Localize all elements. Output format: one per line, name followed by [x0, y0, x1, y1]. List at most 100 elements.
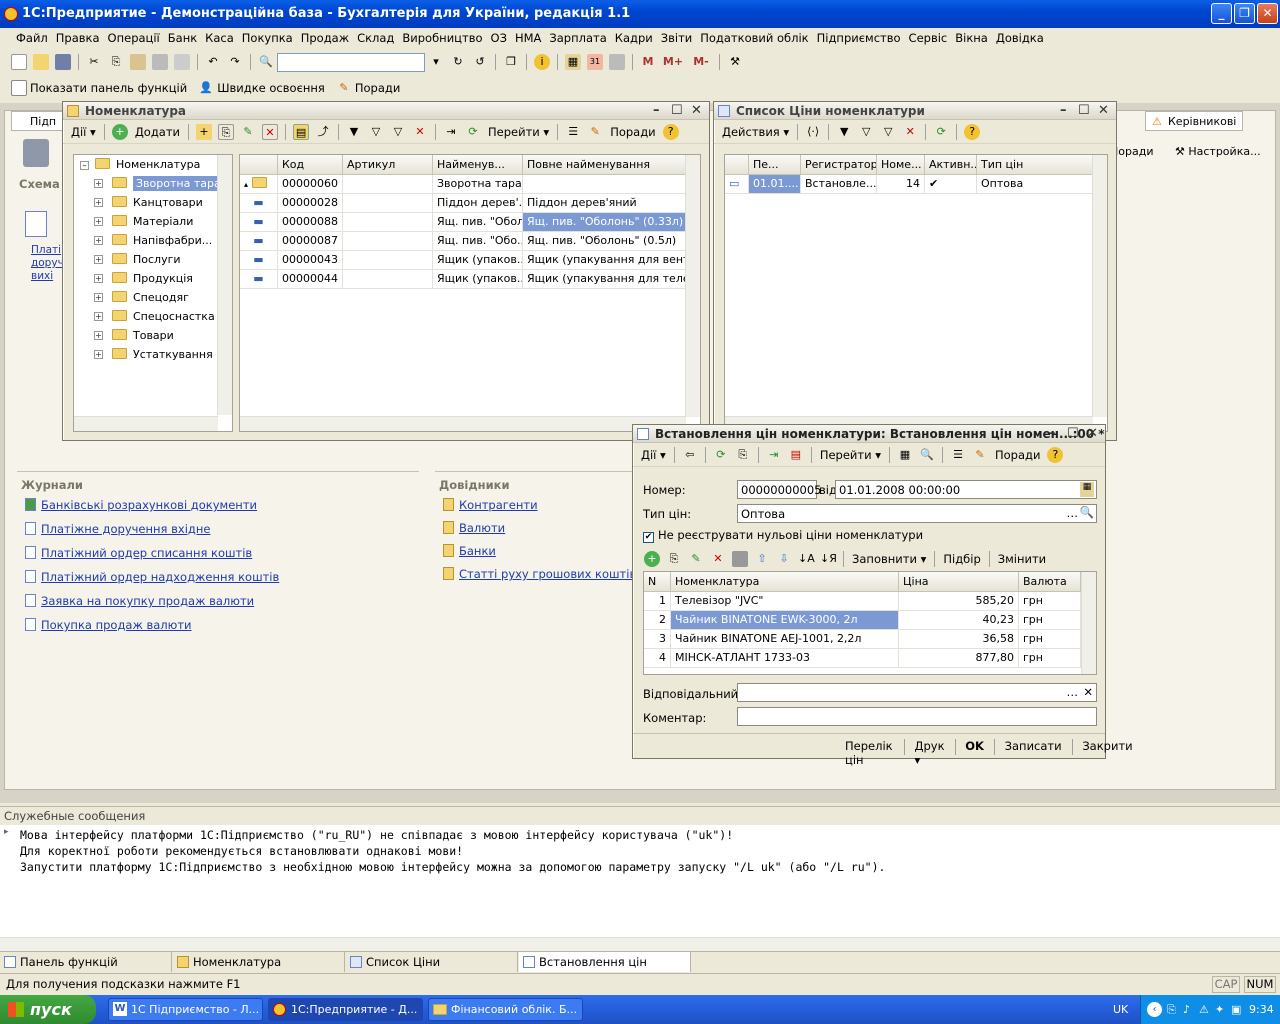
reread-icon[interactable]: ⟳ [713, 447, 729, 463]
menu-item-3[interactable]: Банк [168, 31, 197, 45]
expand-icon[interactable]: + [94, 236, 103, 245]
open-folder-icon[interactable] [33, 54, 49, 70]
report-icon[interactable]: 🔍 [919, 447, 935, 463]
journal-link[interactable]: Платіжний ордер надходження коштів [25, 570, 419, 594]
refresh-icon[interactable]: ⟳ [465, 124, 481, 140]
col-number[interactable]: Номе... [877, 155, 925, 174]
col-article[interactable]: Артикул [343, 155, 433, 174]
maximize-icon[interactable]: ☐ [1078, 102, 1090, 120]
folder-tree[interactable]: – Номенклатура + Зворотна тара + Канцтовари +… [73, 154, 233, 432]
copy-icon[interactable]: ⎘ [218, 123, 235, 140]
preview-icon[interactable] [174, 54, 190, 70]
filter-value-icon[interactable]: ▽ [368, 124, 384, 140]
help-icon[interactable]: ? [964, 123, 981, 140]
network-icon[interactable]: ⎘ [1167, 995, 1176, 1024]
tree-hscroll[interactable] [74, 416, 218, 431]
language-indicator[interactable]: UK [1113, 995, 1128, 1024]
table-scrollbar[interactable] [1081, 572, 1096, 674]
select-icon[interactable]: … [1067, 685, 1079, 699]
prices-scrollbar[interactable] [1092, 155, 1107, 417]
menu-item-14[interactable]: Податковий облік [700, 31, 808, 45]
post-icon[interactable]: ⇦ [682, 447, 698, 463]
find-prev-icon[interactable]: ↺ [472, 54, 488, 70]
expand-icon[interactable]: + [94, 179, 103, 188]
list-hscroll[interactable] [240, 416, 686, 431]
add-folder-icon[interactable]: + [196, 123, 213, 140]
print-icon[interactable] [152, 54, 168, 70]
maximize-icon[interactable]: ☐ [1067, 425, 1079, 443]
wintab-price-setting[interactable]: Встановлення цін номе...:00 * [519, 952, 691, 989]
structure-icon[interactable]: ▤ [788, 447, 804, 463]
tray-expand-icon[interactable]: ‹ [1147, 1002, 1162, 1017]
memory-m-icon[interactable]: M [640, 54, 656, 70]
volume-icon[interactable]: ♪ [1183, 995, 1190, 1024]
new-doc-icon[interactable] [11, 54, 27, 70]
filter-icon[interactable]: ▼ [346, 124, 362, 140]
tree-item[interactable]: + Товари [88, 326, 232, 345]
number-field[interactable]: 00000000005 [737, 480, 821, 499]
tree-item[interactable]: + Матеріали [88, 212, 232, 231]
edit-row-icon[interactable]: ✎ [688, 551, 704, 567]
table-row[interactable]: ▬ 00000043 Ящик (упаков... Ящик (упакування… [240, 251, 700, 270]
wintab-nomenclature[interactable]: Номенклатура [173, 952, 345, 972]
delete-row-icon[interactable]: ✕ [710, 551, 726, 567]
maximize-icon[interactable]: ☐ [671, 102, 683, 120]
comment-field[interactable] [737, 707, 1097, 726]
wintab-price-list[interactable]: Список Ціни номенклатури [346, 952, 518, 989]
col-active[interactable]: Активн... [925, 155, 977, 174]
fill-menu[interactable]: Заповнити ▾ [852, 552, 926, 566]
menu-item-12[interactable]: Кадри [615, 31, 653, 45]
goto-menu[interactable]: Перейти ▾ [820, 448, 881, 462]
start-button[interactable]: пуск [0, 995, 96, 1024]
table-row[interactable]: ▬ 00000087 Ящ. пив. "Обо... Ящ. пив. "Оболо… [240, 232, 700, 251]
tree-item[interactable]: + Устаткування [88, 345, 232, 364]
menu-item-1[interactable]: Правка [56, 31, 100, 45]
actions-menu[interactable]: Дії ▾ [641, 448, 666, 462]
code-icon[interactable]: ⟨·⟩ [805, 124, 821, 140]
minimize-button[interactable]: _ [1211, 3, 1232, 24]
filter-value-icon[interactable]: ▽ [858, 124, 874, 140]
menu-item-2[interactable]: Операції [108, 31, 160, 45]
hierarchy-icon[interactable]: ▤ [293, 123, 310, 140]
tree-item[interactable]: + Напівфабри... [88, 231, 232, 250]
close-icon[interactable]: ✕ [691, 102, 702, 120]
col-registrar[interactable]: Регистратор [801, 155, 877, 174]
refresh-icon[interactable]: ⟳ [933, 124, 949, 140]
pick-button[interactable]: Підбір [943, 552, 980, 566]
menu-item-13[interactable]: Звіти [661, 31, 693, 45]
copy-row-icon[interactable]: ⎘ [666, 551, 682, 567]
task-folder[interactable]: Фінансовий облік. Б... [428, 998, 583, 1021]
tips-button[interactable]: Поради [610, 125, 655, 139]
clipboard-icon[interactable] [609, 54, 625, 70]
add-row-icon[interactable]: + [644, 551, 660, 567]
search-icon[interactable]: 🔍 [1080, 505, 1094, 519]
table-row[interactable]: 1 Телевізор "JVC" 585,20 грн [644, 592, 1096, 611]
restore-button[interactable]: ❐ [1234, 3, 1255, 24]
menu-item-6[interactable]: Продаж [301, 31, 349, 45]
tree-scrollbar[interactable] [217, 155, 232, 415]
based-on-icon[interactable]: ⇥ [766, 447, 782, 463]
bg-settings[interactable]: ⚒ Настройка... [1175, 145, 1261, 158]
menu-item-7[interactable]: Склад [357, 31, 394, 45]
end-edit-icon[interactable] [732, 551, 748, 567]
add-icon[interactable]: + [111, 123, 128, 140]
calendar-icon[interactable]: 31 [587, 54, 603, 70]
table-row[interactable]: ▴ 00000060 Зворотна тара [240, 175, 700, 194]
sort-desc-icon[interactable]: ↓Я [820, 551, 837, 567]
menu-item-0[interactable]: Файл [16, 31, 48, 45]
tools-icon[interactable]: ⚒ [727, 54, 743, 70]
filter-list-icon[interactable]: ▽ [880, 124, 896, 140]
menu-item-15[interactable]: Підприємство [817, 31, 901, 45]
columns-icon[interactable]: ☰ [565, 124, 581, 140]
calendar-icon[interactable]: ▦ [1080, 482, 1094, 497]
change-button[interactable]: Змінити [998, 552, 1046, 566]
ok-button[interactable]: OK [965, 739, 984, 767]
journal-link[interactable]: Платіжний ордер списання коштів [25, 546, 419, 570]
clock[interactable]: 9:34 [1249, 995, 1274, 1024]
help-icon[interactable]: ? [1047, 446, 1064, 463]
journal-link[interactable]: Покупка продаж валюти [25, 618, 419, 642]
paste-icon[interactable] [130, 54, 146, 70]
table-row[interactable]: 3 Чайник BINATONE AEJ-1001, 2,2л 36,58 грн [644, 630, 1096, 649]
menu-item-11[interactable]: Зарплата [549, 31, 606, 45]
expand-icon[interactable]: + [94, 331, 103, 340]
